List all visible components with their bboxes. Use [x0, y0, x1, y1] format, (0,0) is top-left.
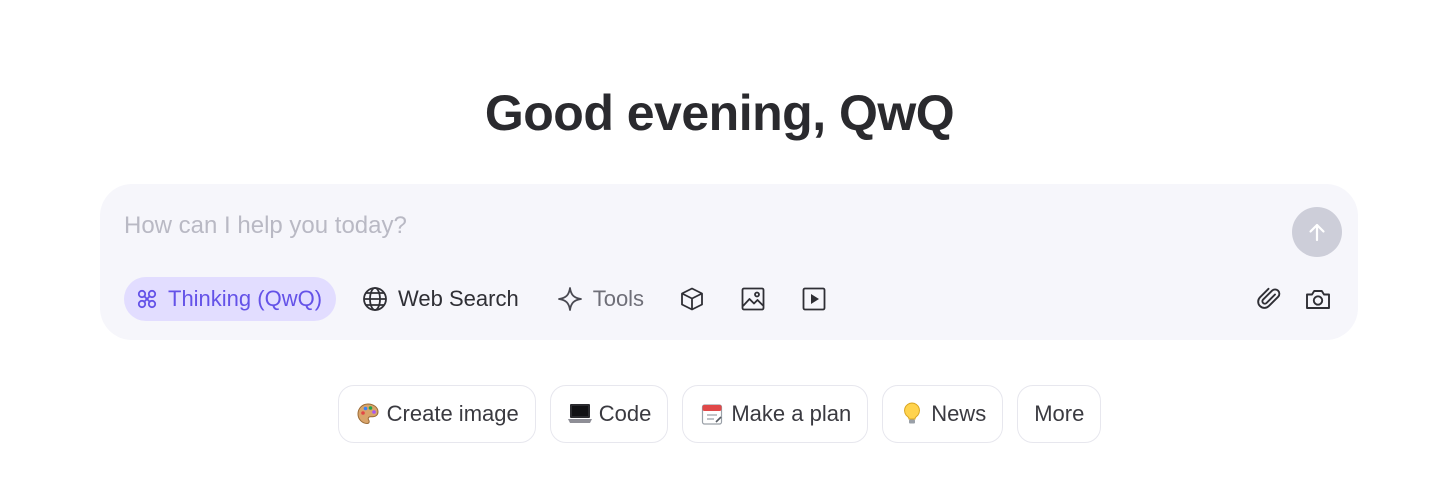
attach-file-button[interactable] — [1254, 277, 1286, 321]
suggestion-label: More — [1034, 401, 1085, 426]
chat-composer: Thinking (QwQ) Web Search — [100, 184, 1358, 340]
page: Good evening, QwQ How can I help you tod… — [0, 0, 1439, 504]
suggestion-label: News — [931, 401, 987, 426]
suggestion-make-a-plan[interactable]: Make a plan — [682, 385, 869, 443]
calendar-icon — [699, 401, 725, 427]
suggestion-label: Create image — [386, 401, 519, 426]
web-search-label: Web Search — [398, 286, 519, 311]
thinking-icon — [136, 288, 158, 310]
sparkle-icon — [557, 286, 583, 312]
composer-right-tools — [1238, 277, 1334, 321]
lightbulb-icon — [899, 401, 925, 427]
suggestion-chips: Create image Code Make a plan News More — [0, 385, 1439, 443]
suggestion-label: Code — [598, 401, 652, 426]
greeting-title: Good evening, QwQ — [484, 85, 955, 141]
web-search-toggle[interactable]: Web Search — [356, 277, 525, 321]
composer-toolbar: Thinking (QwQ) Web Search Tools — [124, 277, 859, 321]
thinking-label: Thinking (QwQ) — [168, 286, 323, 311]
palette-icon — [355, 401, 381, 427]
suggestion-news[interactable]: News — [882, 385, 1004, 443]
suggestion-code[interactable]: Code — [549, 385, 669, 443]
globe-icon — [362, 286, 388, 312]
laptop-icon — [567, 401, 593, 427]
suggestion-create-image[interactable]: Create image — [337, 385, 536, 443]
camera-icon — [1306, 290, 1330, 309]
camera-button[interactable] — [1302, 277, 1334, 321]
video-generation-button[interactable] — [798, 277, 830, 321]
image-icon — [741, 287, 765, 311]
prompt-input[interactable] — [124, 208, 1224, 244]
suggestion-label: Make a plan — [731, 401, 852, 426]
thinking-toggle[interactable]: Thinking (QwQ) — [124, 277, 337, 321]
send-button[interactable] — [1292, 207, 1342, 257]
video-play-icon — [802, 287, 826, 311]
paperclip-icon — [1257, 287, 1281, 309]
suggestion-more[interactable]: More — [1017, 385, 1102, 443]
artifacts-button[interactable] — [676, 277, 708, 321]
arrow-up-icon — [1309, 223, 1325, 242]
tools-label: Tools — [592, 286, 645, 311]
image-generation-button[interactable] — [737, 277, 769, 321]
tools-menu[interactable]: Tools — [551, 277, 650, 321]
cube-icon — [681, 287, 703, 311]
